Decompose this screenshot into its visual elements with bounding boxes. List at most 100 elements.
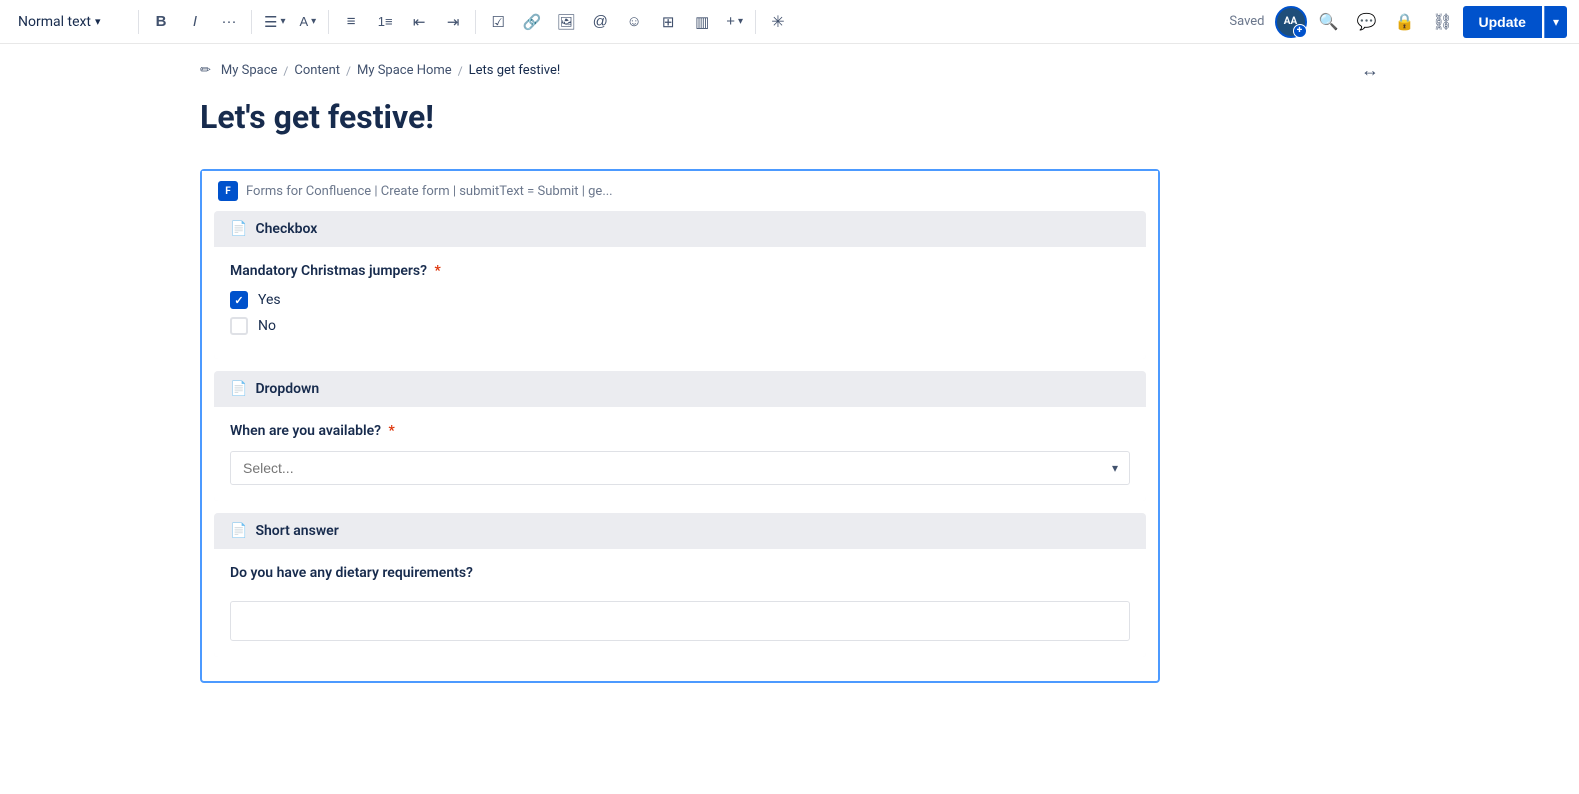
- font-color-chevron-icon: ▾: [311, 16, 316, 27]
- page-title: Let's get festive!: [200, 97, 1379, 137]
- form-header-text: Forms for Confluence | Create form | sub…: [246, 184, 613, 199]
- indent-button[interactable]: ⇥: [437, 6, 469, 38]
- numbered-list-button[interactable]: 1≡: [369, 6, 401, 38]
- image-button[interactable]: 🖼: [550, 6, 582, 38]
- bullet-list-button[interactable]: ≡: [335, 6, 367, 38]
- required-star-dropdown: *: [389, 423, 395, 439]
- short-answer-section-body: Do you have any dietary requirements?: [214, 549, 1146, 657]
- breadcrumb-current: Lets get festive!: [469, 63, 561, 78]
- expand-button[interactable]: ↔: [1361, 60, 1379, 81]
- update-button[interactable]: Update: [1463, 6, 1542, 38]
- checkbox-icon: ☑: [491, 13, 504, 31]
- layout-icon: ▥: [695, 13, 709, 31]
- form-block-header: F Forms for Confluence | Create form | s…: [202, 171, 1158, 211]
- align-icon: ☰: [264, 13, 277, 31]
- form-block: F Forms for Confluence | Create form | s…: [200, 169, 1160, 683]
- bold-button[interactable]: B: [145, 6, 177, 38]
- checkbox-no-option: No: [230, 317, 1130, 335]
- ai-button[interactable]: ✳: [762, 6, 794, 38]
- breadcrumb-myspace[interactable]: My Space: [221, 63, 278, 78]
- more-button[interactable]: ···: [213, 6, 245, 38]
- checkbox-section-body: Mandatory Christmas jumpers? * ✓ Yes No: [214, 247, 1146, 359]
- text-style-dropdown[interactable]: Normal text ▾: [12, 10, 132, 34]
- link-icon: 🔗: [523, 13, 542, 31]
- form-block-inner: 📄 Checkbox Mandatory Christmas jumpers? …: [202, 211, 1158, 681]
- comment-button[interactable]: 💬: [1351, 6, 1383, 38]
- check-icon: ✓: [234, 294, 243, 307]
- expand-icon: ↔: [1361, 60, 1379, 81]
- action-item-button[interactable]: ☑: [482, 6, 514, 38]
- text-style-label: Normal text: [18, 14, 91, 30]
- dropdown-wrapper: ▾: [230, 451, 1130, 485]
- short-answer-section: 📄 Short answer Do you have any dietary r…: [214, 513, 1146, 657]
- comment-icon: 💬: [1357, 12, 1377, 31]
- outdent-button[interactable]: ⇤: [403, 6, 435, 38]
- breadcrumb-sep-1: /: [283, 64, 288, 78]
- font-color-button[interactable]: A ▾: [293, 6, 322, 38]
- lock-icon: 🔒: [1395, 12, 1415, 31]
- checkbox-field-label: Mandatory Christmas jumpers? *: [230, 263, 1130, 279]
- short-answer-input[interactable]: [230, 601, 1130, 641]
- insert-more-button[interactable]: + ▾: [720, 6, 749, 38]
- font-color-icon: A: [299, 14, 308, 29]
- dropdown-section-title: Dropdown: [255, 381, 319, 397]
- plus-icon: +: [726, 13, 735, 30]
- search-icon: 🔍: [1319, 12, 1339, 31]
- avatar[interactable]: AA +: [1275, 6, 1307, 38]
- numbered-list-icon: 1≡: [378, 14, 393, 29]
- link-button[interactable]: 🔗: [516, 6, 548, 38]
- short-answer-field-label: Do you have any dietary requirements?: [230, 565, 1130, 581]
- insert-chevron-icon: ▾: [738, 16, 743, 27]
- ai-icon: ✳: [771, 12, 784, 32]
- breadcrumb-sep-3: /: [458, 64, 463, 78]
- checkbox-no[interactable]: [230, 317, 248, 335]
- toolbar-divider-2: [251, 10, 252, 34]
- align-chevron-icon: ▾: [280, 16, 285, 27]
- toolbar-divider-4: [475, 10, 476, 34]
- breadcrumb-content[interactable]: Content: [294, 63, 340, 78]
- update-dropdown-button[interactable]: ▾: [1544, 6, 1567, 38]
- restrictions-button[interactable]: 🔒: [1389, 6, 1421, 38]
- page-content: Let's get festive! F Forms for Confluenc…: [0, 97, 1579, 683]
- emoji-icon: ☺: [627, 13, 642, 30]
- dropdown-input[interactable]: [230, 451, 1130, 485]
- avatar-badge: +: [1293, 24, 1307, 38]
- align-button[interactable]: ☰ ▾: [258, 6, 291, 38]
- dropdown-section-header: 📄 Dropdown: [214, 371, 1146, 407]
- edit-icon: ✏: [200, 63, 211, 78]
- copy-link-icon: ⛓: [1432, 12, 1452, 31]
- outdent-icon: ⇤: [413, 13, 426, 31]
- emoji-button[interactable]: ☺: [618, 6, 650, 38]
- bullet-list-icon: ≡: [347, 13, 356, 30]
- search-button[interactable]: 🔍: [1313, 6, 1345, 38]
- short-answer-section-title: Short answer: [255, 523, 338, 539]
- checkbox-no-label: No: [258, 318, 276, 334]
- required-star-checkbox: *: [435, 263, 441, 279]
- breadcrumb-myspacehome[interactable]: My Space Home: [357, 63, 452, 78]
- checkbox-section-icon: 📄: [230, 221, 247, 237]
- update-chevron-icon: ▾: [1553, 15, 1559, 29]
- toolbar-divider-3: [328, 10, 329, 34]
- checkbox-section-title: Checkbox: [255, 221, 317, 237]
- short-answer-section-icon: 📄: [230, 523, 247, 539]
- checkbox-yes-label: Yes: [258, 292, 281, 308]
- image-icon: 🖼: [557, 13, 576, 31]
- checkbox-section: 📄 Checkbox Mandatory Christmas jumpers? …: [214, 211, 1146, 359]
- italic-button[interactable]: I: [179, 6, 211, 38]
- text-style-chevron-icon: ▾: [95, 15, 101, 28]
- breadcrumb: ✏ My Space / Content / My Space Home / L…: [200, 63, 560, 78]
- mention-button[interactable]: @: [584, 6, 616, 38]
- indent-icon: ⇥: [447, 13, 460, 31]
- dropdown-section-body: When are you available? * ▾: [214, 407, 1146, 501]
- dropdown-field-label: When are you available? *: [230, 423, 1130, 439]
- table-button[interactable]: ⊞: [652, 6, 684, 38]
- copy-link-button[interactable]: ⛓: [1427, 6, 1459, 38]
- checkbox-yes[interactable]: ✓: [230, 291, 248, 309]
- toolbar: Normal text ▾ B I ··· ☰ ▾ A ▾ ≡ 1≡ ⇤ ⇥ ☑: [0, 0, 1579, 44]
- short-answer-section-header: 📄 Short answer: [214, 513, 1146, 549]
- form-plugin-icon: F: [218, 181, 238, 201]
- saved-status: Saved: [1229, 14, 1264, 29]
- breadcrumb-bar: ✏ My Space / Content / My Space Home / L…: [0, 44, 1579, 97]
- layout-button[interactable]: ▥: [686, 6, 718, 38]
- dropdown-section-icon: 📄: [230, 381, 247, 397]
